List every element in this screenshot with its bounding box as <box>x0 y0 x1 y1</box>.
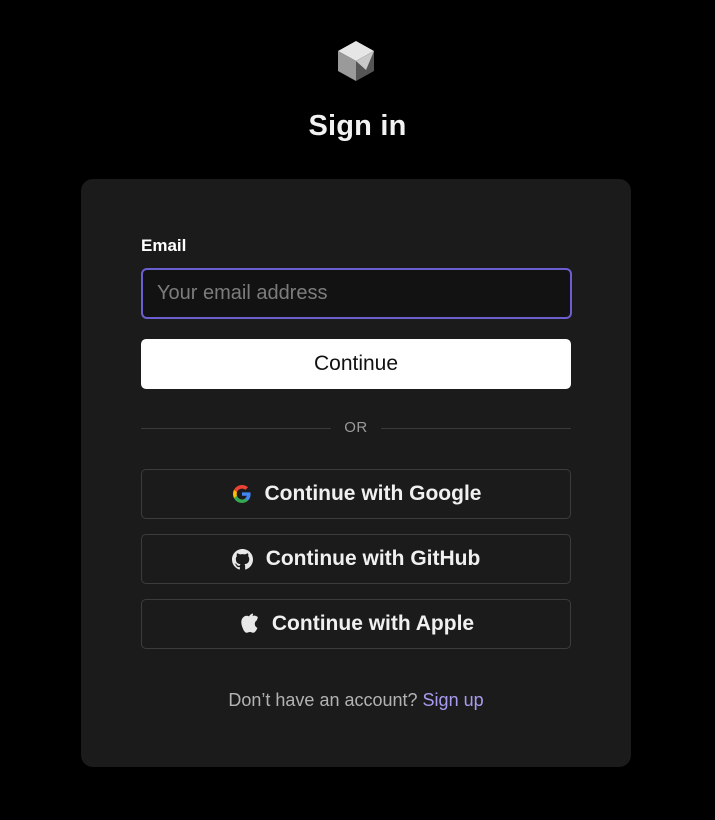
signup-prompt: Don’t have an account? Sign up <box>81 690 631 711</box>
signup-prompt-text: Don’t have an account? <box>228 690 418 710</box>
email-field[interactable] <box>141 268 572 319</box>
divider-line-right <box>381 428 571 429</box>
divider-or-text: OR <box>344 419 368 436</box>
github-icon <box>232 548 254 570</box>
apple-button-label: Continue with Apple <box>271 612 475 635</box>
sign-up-link[interactable]: Sign up <box>423 690 484 710</box>
cube-logo-icon <box>338 41 374 81</box>
continue-with-google-button[interactable]: Continue with Google <box>141 469 571 519</box>
sign-in-page: Sign in Email Continue OR Continue with … <box>0 0 715 820</box>
sign-in-card: Email Continue OR Continue with Google <box>81 179 631 767</box>
google-icon <box>231 483 253 505</box>
google-button-label: Continue with Google <box>264 482 482 505</box>
continue-button[interactable]: Continue <box>141 339 571 389</box>
page-title: Sign in <box>308 110 407 142</box>
continue-with-apple-button[interactable]: Continue with Apple <box>141 599 571 649</box>
continue-with-github-button[interactable]: Continue with GitHub <box>141 534 571 584</box>
github-button-label: Continue with GitHub <box>265 547 481 570</box>
divider-line-left <box>141 428 331 429</box>
email-label: Email <box>141 236 187 255</box>
apple-icon <box>238 613 260 635</box>
